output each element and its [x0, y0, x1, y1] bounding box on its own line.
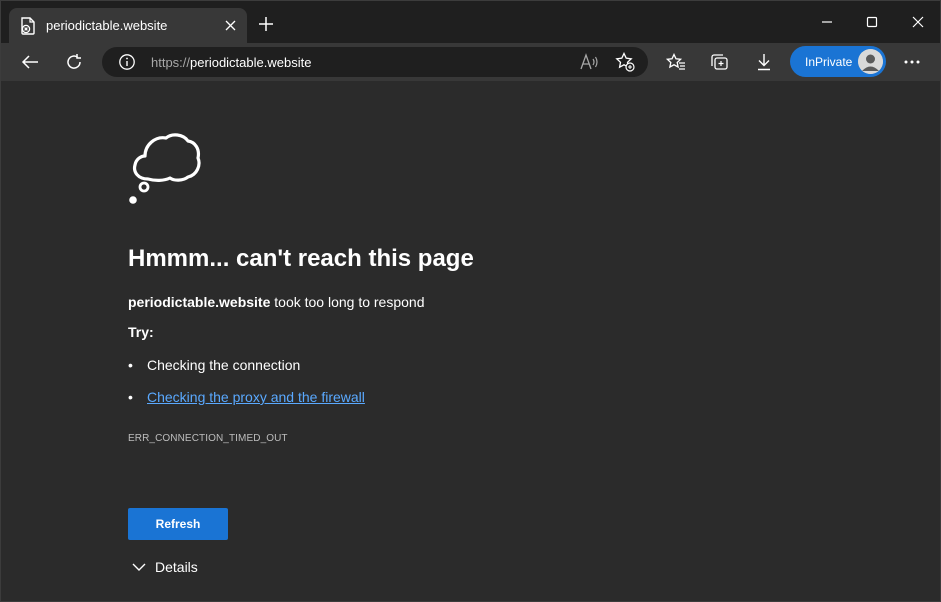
refresh-icon[interactable]	[58, 47, 90, 77]
refresh-button[interactable]: Refresh	[128, 508, 228, 540]
favorites-icon[interactable]	[660, 47, 692, 77]
address-bar[interactable]: https://periodictable.website	[102, 47, 648, 77]
read-aloud-icon[interactable]	[580, 53, 600, 71]
bullet-dot: •	[128, 357, 133, 373]
collections-icon[interactable]	[704, 47, 736, 77]
browser-window: periodictable.website https://periodicta…	[0, 0, 941, 602]
downloads-icon[interactable]	[748, 47, 780, 77]
page-title: Hmmm... can't reach this page	[128, 245, 474, 272]
details-label: Details	[155, 559, 198, 575]
suggestion-text: Checking the connection	[147, 357, 301, 373]
bullet-dot: •	[128, 389, 133, 405]
tab-active[interactable]: periodictable.website	[9, 8, 247, 43]
more-menu-icon[interactable]	[896, 47, 928, 77]
error-message: periodictable.website took too long to r…	[128, 294, 424, 310]
inprivate-label: InPrivate	[805, 55, 853, 69]
chevron-down-icon	[132, 563, 146, 571]
url-scheme: https://	[151, 55, 191, 70]
tab-title: periodictable.website	[46, 18, 168, 33]
close-tab-icon[interactable]	[221, 16, 239, 34]
thought-cloud-icon	[128, 131, 202, 207]
list-item: • Checking the proxy and the firewall	[128, 389, 365, 405]
info-icon[interactable]	[118, 53, 136, 71]
error-host: periodictable.website	[128, 294, 271, 310]
url-text[interactable]: https://periodictable.website	[151, 55, 311, 70]
list-item: • Checking the connection	[128, 357, 300, 373]
try-label: Try:	[128, 324, 154, 340]
page-error-icon	[20, 17, 36, 35]
error-code: ERR_CONNECTION_TIMED_OUT	[128, 433, 288, 444]
avatar	[858, 49, 883, 74]
back-arrow-icon[interactable]	[14, 47, 46, 77]
url-host: periodictable.website	[190, 55, 312, 70]
details-toggle[interactable]: Details	[132, 559, 198, 575]
proxy-firewall-link[interactable]: Checking the proxy and the firewall	[147, 389, 365, 405]
close-window-icon[interactable]	[895, 9, 941, 35]
minimize-icon[interactable]	[804, 9, 850, 35]
inprivate-button[interactable]: InPrivate	[790, 46, 886, 77]
maximize-icon[interactable]	[849, 9, 895, 35]
navigation-toolbar: https://periodictable.website InPrivate	[1, 43, 940, 81]
error-detail: took too long to respond	[270, 294, 425, 310]
new-tab-icon[interactable]	[256, 14, 276, 34]
tab-strip: periodictable.website	[1, 1, 940, 43]
add-favorite-icon[interactable]	[615, 51, 635, 72]
